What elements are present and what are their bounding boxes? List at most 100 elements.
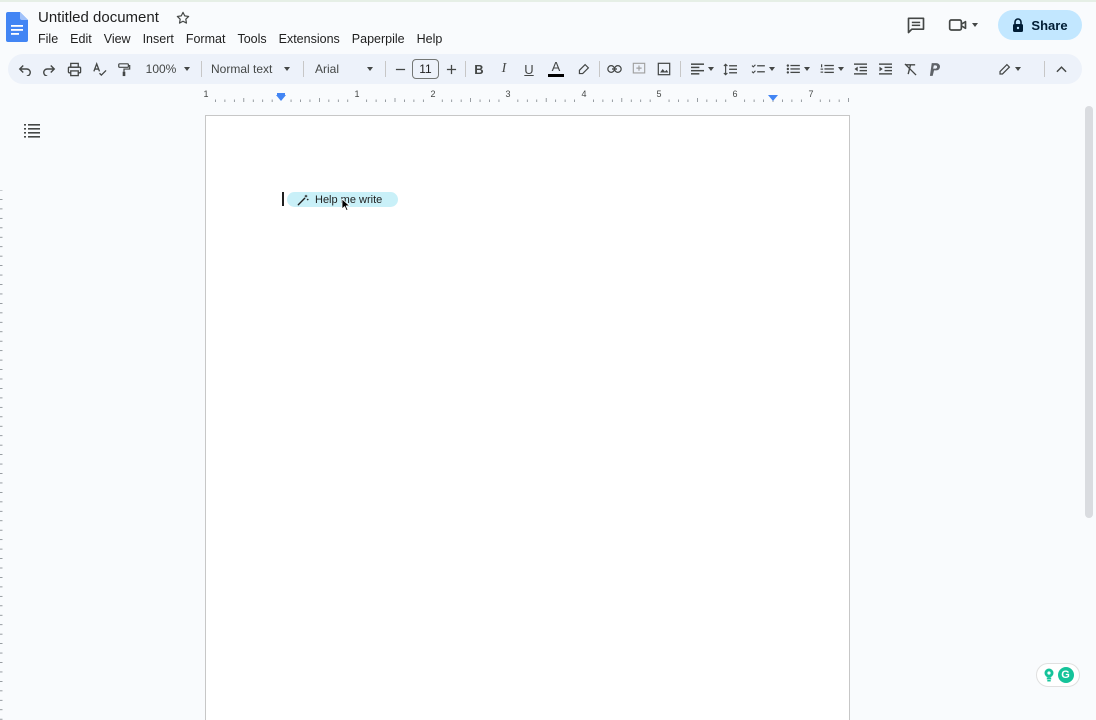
insert-image-button[interactable] [655, 54, 673, 84]
undo-button[interactable] [16, 54, 34, 84]
toolbar-divider [201, 61, 202, 77]
hide-menus-button[interactable] [1052, 54, 1070, 84]
editing-mode-select[interactable] [992, 54, 1026, 84]
document-outline-icon[interactable] [24, 122, 40, 138]
docs-logo-icon[interactable] [6, 12, 28, 42]
toolbar-divider [303, 61, 304, 77]
bulleted-list-select[interactable] [783, 54, 813, 84]
clear-formatting-icon [903, 62, 917, 76]
pencil-icon [998, 63, 1010, 75]
left-indent-marker[interactable] [276, 95, 286, 101]
toolbar-divider [465, 61, 466, 77]
underline-button[interactable]: U [521, 54, 537, 84]
redo-icon [43, 65, 56, 76]
menu-extensions[interactable]: Extensions [273, 30, 346, 48]
font-family-select[interactable]: Arial [315, 54, 377, 84]
paragraph-style-value: Normal text [211, 62, 273, 76]
line-spacing-button[interactable] [721, 54, 739, 84]
paperpile-button[interactable] [925, 54, 943, 84]
checklist-select[interactable] [748, 54, 778, 84]
menu-paperpile[interactable]: Paperpile [346, 30, 411, 48]
mouse-pointer-icon [341, 198, 351, 211]
top-border [0, 0, 1096, 2]
insert-link-button[interactable] [605, 54, 623, 84]
print-button[interactable] [65, 54, 83, 84]
grammarly-icon: G [1057, 667, 1074, 683]
text-color-swatch [548, 74, 564, 77]
ruler-number: 7 [808, 89, 814, 99]
zoom-value: 100% [145, 62, 177, 76]
menu-insert[interactable]: Insert [137, 30, 180, 48]
chevron-down-icon [769, 67, 775, 71]
bulleted-list-icon [786, 64, 800, 74]
underline-icon: U [524, 61, 534, 77]
italic-button[interactable]: I [496, 54, 512, 84]
ruler-number: 1 [203, 89, 209, 99]
chevron-down-icon [1014, 67, 1021, 71]
redo-button[interactable] [40, 54, 58, 84]
chevron-down-icon [707, 67, 714, 71]
chevron-down-icon [184, 67, 191, 71]
paint-roller-icon [118, 62, 131, 76]
magic-wand-icon [297, 194, 309, 205]
menu-view[interactable]: View [98, 30, 137, 48]
grammarly-widget[interactable]: G [1036, 663, 1080, 687]
star-icon[interactable] [175, 10, 191, 26]
plus-icon [446, 64, 456, 74]
spellcheck-button[interactable] [90, 54, 108, 84]
vertical-scrollbar[interactable] [1085, 106, 1093, 518]
menu-bar: File Edit View Insert Format Tools Exten… [32, 30, 448, 48]
chevron-down-icon [367, 67, 374, 71]
video-camera-icon [948, 19, 967, 31]
horizontal-ruler[interactable]: 1 1 2 3 4 5 6 7 [200, 88, 852, 104]
menu-format[interactable]: Format [180, 30, 232, 48]
paragraph-style-select[interactable]: Normal text [211, 54, 295, 84]
highlight-color-button[interactable] [574, 54, 592, 84]
spellcheck-icon [92, 61, 107, 76]
lock-icon [1013, 18, 1024, 32]
ruler-number: 6 [732, 89, 738, 99]
chevron-up-icon [1055, 66, 1067, 73]
increase-font-size-button[interactable] [444, 54, 458, 84]
header-actions: Share [904, 10, 1082, 40]
line-spacing-icon [723, 62, 737, 76]
first-line-indent-marker[interactable] [277, 93, 285, 95]
comment-history-button[interactable] [904, 13, 928, 37]
text-color-icon: A [551, 59, 561, 74]
zoom-select[interactable]: 100% [142, 54, 194, 84]
italic-icon: I [501, 61, 507, 76]
ruler-number: 3 [505, 89, 511, 99]
right-indent-marker[interactable] [768, 95, 778, 101]
bold-button[interactable]: B [471, 54, 487, 84]
menu-tools[interactable]: Tools [231, 30, 272, 48]
clear-formatting-button[interactable] [901, 54, 919, 84]
meet-button[interactable] [948, 16, 978, 34]
print-icon [67, 62, 81, 76]
toolbar-divider [385, 61, 386, 77]
toolbar-divider [599, 61, 600, 77]
decrease-font-size-button[interactable] [393, 54, 407, 84]
vertical-ruler [0, 190, 3, 720]
decrease-indent-button[interactable] [851, 54, 869, 84]
document-title[interactable]: Untitled document [38, 9, 159, 26]
numbered-list-select[interactable] [817, 54, 847, 84]
text-color-button[interactable]: A [546, 54, 566, 84]
share-button[interactable]: Share [998, 10, 1082, 40]
align-left-icon [690, 63, 704, 75]
paint-format-button[interactable] [115, 54, 133, 84]
google-docs-window: Untitled document File Edit View Insert … [0, 0, 1096, 720]
main-toolbar: 100% Normal text Arial 11 B I U A [8, 54, 1082, 84]
share-label: Share [1031, 17, 1068, 33]
menu-file[interactable]: File [32, 30, 64, 48]
document-page[interactable]: Help me write [205, 115, 850, 720]
menu-edit[interactable]: Edit [64, 30, 98, 48]
font-size-input[interactable]: 11 [412, 59, 439, 79]
increase-indent-button[interactable] [876, 54, 894, 84]
numbered-list-icon [820, 64, 834, 74]
text-cursor [282, 192, 284, 206]
menu-help[interactable]: Help [411, 30, 449, 48]
align-select[interactable] [688, 54, 716, 84]
add-comment-button[interactable] [630, 54, 648, 84]
bold-icon: B [474, 61, 484, 77]
decrease-indent-icon [853, 63, 867, 75]
